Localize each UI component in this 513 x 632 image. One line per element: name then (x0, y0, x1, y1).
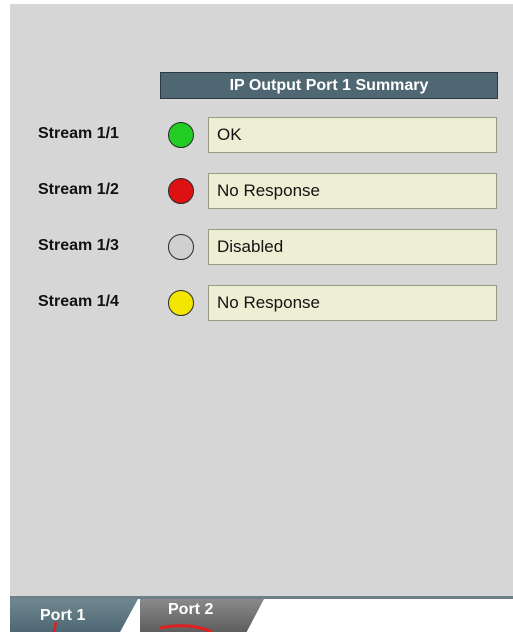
stream-row-2: Stream 1/2 No Response (0, 173, 513, 213)
stream-row-3: Stream 1/3 Disabled (0, 229, 513, 269)
tab-bar-divider (10, 596, 513, 599)
tab-label: Port 2 (168, 601, 214, 618)
stream-status-field: OK (208, 117, 497, 153)
stream-label: Stream 1/1 (38, 125, 119, 142)
status-led-gray-icon (168, 234, 194, 260)
status-led-yellow-icon (168, 290, 194, 316)
stream-label: Stream 1/2 (38, 181, 119, 198)
status-led-green-icon (168, 122, 194, 148)
tab-port-1[interactable]: Port 1 (10, 599, 138, 632)
stream-status-field: No Response (208, 285, 497, 321)
stream-row-1: Stream 1/1 OK (0, 117, 513, 157)
stream-row-4: Stream 1/4 No Response (0, 285, 513, 325)
tab-port-2[interactable]: Port 2 (140, 599, 264, 632)
status-led-red-icon (168, 178, 194, 204)
stream-label: Stream 1/3 (38, 237, 119, 254)
tab-label: Port 1 (40, 607, 86, 624)
stream-status-field: No Response (208, 173, 497, 209)
stream-label: Stream 1/4 (38, 293, 119, 310)
stream-status-field: Disabled (208, 229, 497, 265)
summary-title: IP Output Port 1 Summary (160, 72, 498, 99)
